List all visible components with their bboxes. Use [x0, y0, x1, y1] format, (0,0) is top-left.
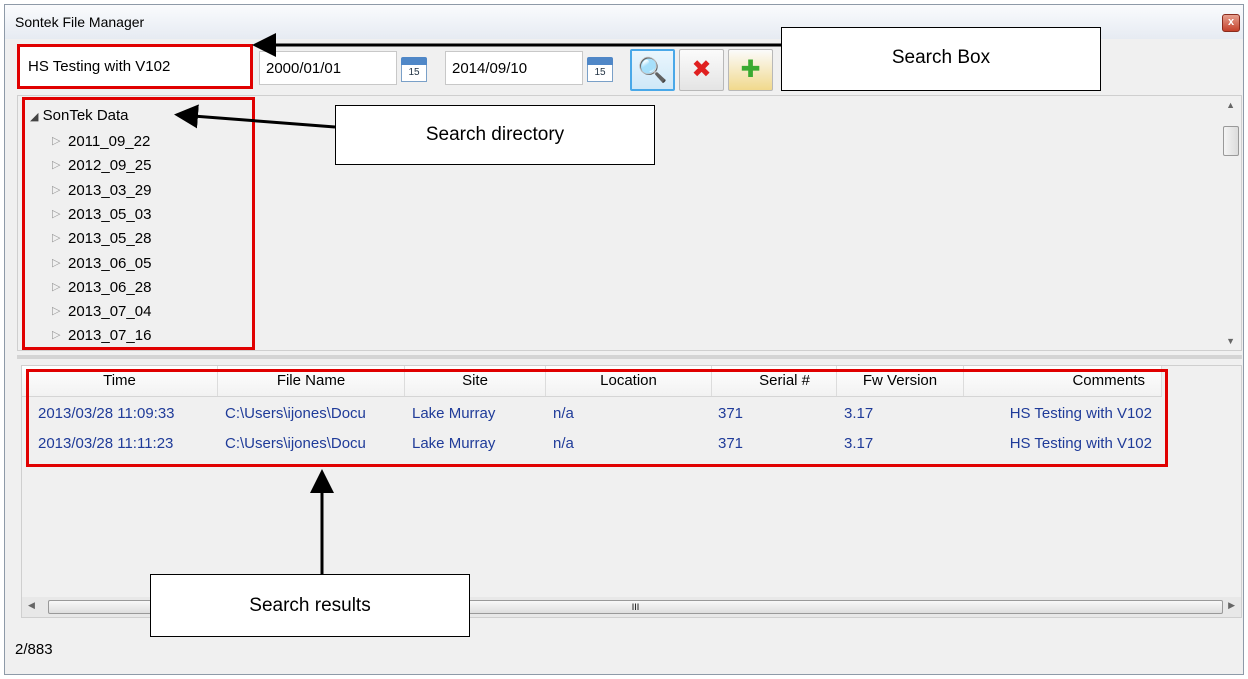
arrow-to-search-directory [174, 104, 336, 129]
annotation-arrows [174, 33, 781, 574]
